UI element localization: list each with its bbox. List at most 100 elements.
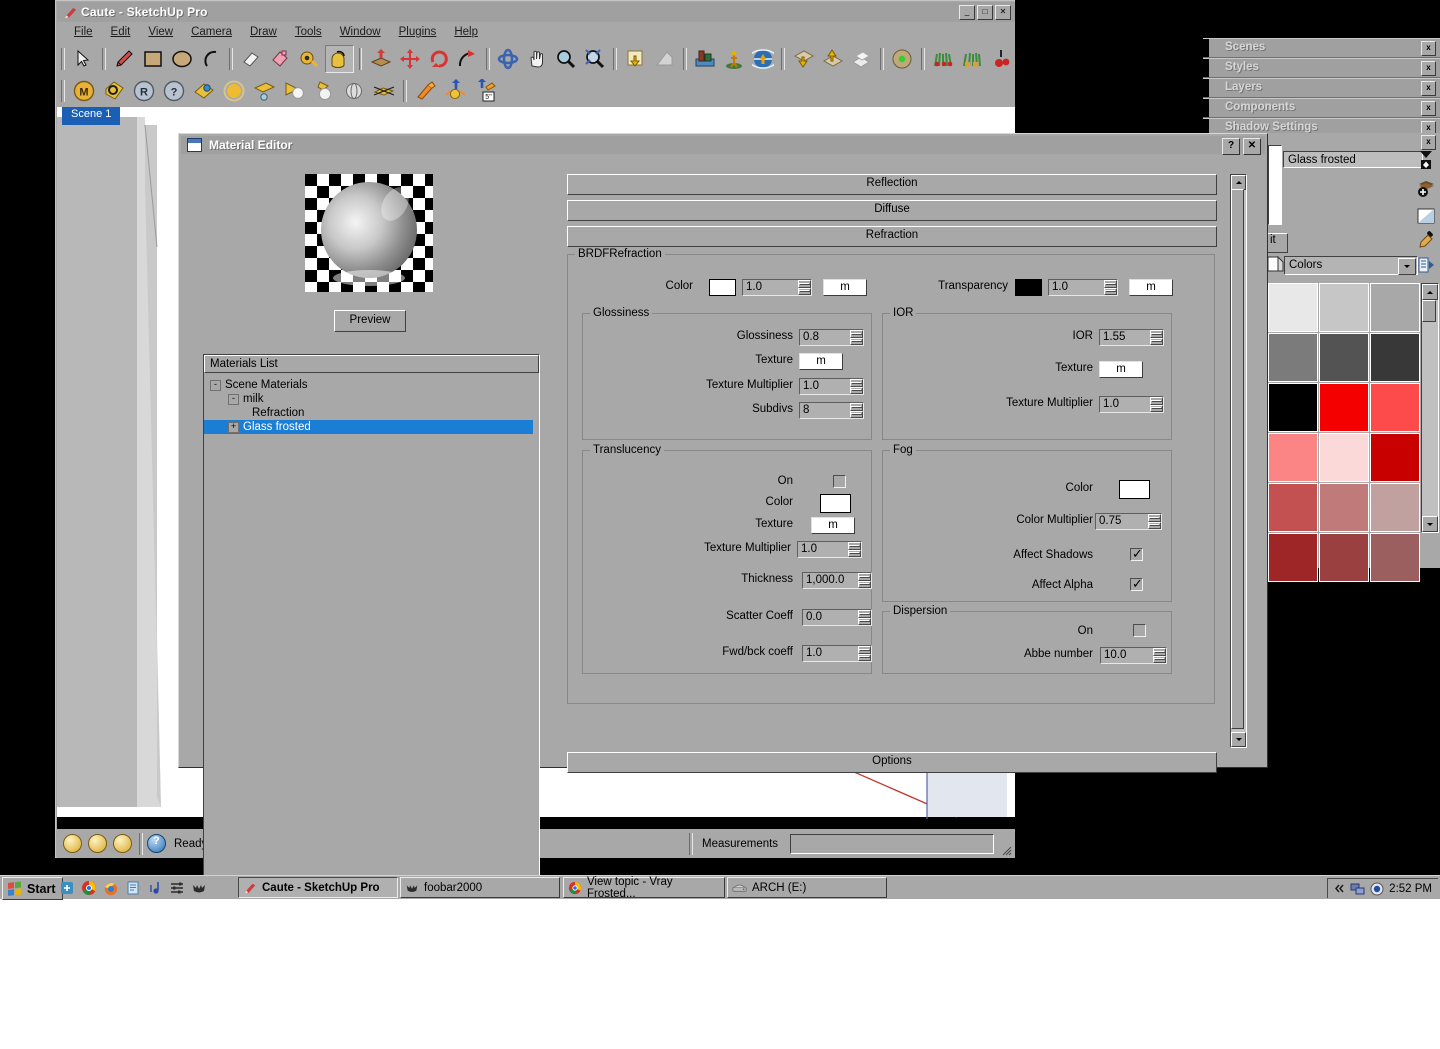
tree-node-scene-materials[interactable]: - Scene Materials: [204, 378, 539, 392]
menu-camera[interactable]: Camera: [182, 24, 241, 40]
person-scale-icon[interactable]: [721, 46, 748, 72]
menu-edit[interactable]: Edit: [102, 24, 140, 40]
color-swatch[interactable]: [1268, 533, 1318, 582]
solid-tools-icon[interactable]: [848, 46, 875, 72]
scroll-down-icon[interactable]: [1231, 732, 1246, 747]
menu-plugins[interactable]: Plugins: [390, 24, 446, 40]
dispersion-on-checkbox[interactable]: [1133, 624, 1146, 637]
plants-1-icon[interactable]: [930, 46, 957, 72]
color-swatch[interactable]: [1319, 383, 1369, 432]
help-button[interactable]: ?: [1222, 138, 1240, 155]
window-titlebar[interactable]: Caute - SketchUp Pro _ □ ✕: [57, 2, 1015, 22]
rollout-diffuse[interactable]: Diffuse: [567, 200, 1217, 221]
preview-button[interactable]: Preview: [334, 310, 406, 332]
arc-icon[interactable]: [197, 46, 224, 72]
move-icon[interactable]: [396, 46, 423, 72]
render-sphere-icon[interactable]: [889, 46, 916, 72]
foobar-icon[interactable]: [146, 879, 163, 896]
brdf-transparency-value[interactable]: 1.0: [1048, 279, 1118, 296]
close-button[interactable]: ✕: [1243, 138, 1261, 155]
materials-tree[interactable]: - Scene Materials - milk Refraction + Gl…: [204, 374, 539, 875]
shadow-icon[interactable]: [651, 46, 678, 72]
menu-window[interactable]: Window: [331, 24, 390, 40]
color-swatch[interactable]: [1268, 333, 1318, 382]
scene-tab[interactable]: Scene 1: [62, 107, 121, 125]
tray-item-styles[interactable]: Styles x: [1203, 58, 1440, 78]
tree-node-refraction[interactable]: Refraction: [204, 406, 539, 420]
instructor-icon[interactable]: [63, 834, 82, 853]
color-swatch[interactable]: [1268, 383, 1318, 432]
select-material-icon[interactable]: [1415, 149, 1437, 171]
swatch-scrollbar[interactable]: [1421, 283, 1439, 533]
taskbar-item-sketchup[interactable]: Caute - SketchUp Pro: [238, 877, 398, 898]
color-swatch[interactable]: [1319, 283, 1369, 332]
layer-up-icon[interactable]: [819, 46, 846, 72]
resize-grip-icon[interactable]: [1000, 844, 1012, 856]
dim-tool-icon[interactable]: 5": [472, 78, 500, 104]
spinner-arrows[interactable]: [1150, 330, 1163, 345]
scroll-down-icon[interactable]: [1422, 516, 1438, 532]
fwdbck-coeff-value[interactable]: 1.0: [802, 645, 872, 662]
taskbar-item-foobar2000[interactable]: foobar2000: [400, 877, 560, 898]
parameters-scrollbar[interactable]: [1230, 174, 1247, 748]
orbit-icon[interactable]: [495, 46, 522, 72]
chrome-icon[interactable]: [80, 879, 97, 896]
vray-render-icon[interactable]: R: [130, 78, 158, 104]
tree-node-glass-frosted[interactable]: + Glass frosted: [204, 420, 533, 434]
rect-light-icon[interactable]: [250, 78, 278, 104]
tray-item-layers[interactable]: Layers x: [1203, 78, 1440, 98]
pan-icon[interactable]: [524, 46, 551, 72]
material-category-select[interactable]: Colors: [1284, 256, 1418, 275]
ior-texmult-value[interactable]: 1.0: [1099, 396, 1164, 413]
color-swatch[interactable]: [1319, 433, 1369, 482]
spinner-arrows[interactable]: [858, 573, 871, 588]
spinner-arrows[interactable]: [850, 379, 863, 394]
scroll-thumb[interactable]: [1422, 300, 1436, 322]
brdf-transparency-texture-button[interactable]: m: [1129, 279, 1173, 296]
tree-node-milk[interactable]: - milk: [204, 392, 539, 406]
color-swatch[interactable]: [1370, 533, 1420, 582]
scene-icon[interactable]: [692, 46, 719, 72]
chevron-left-icon[interactable]: [1334, 883, 1345, 894]
menu-draw[interactable]: Draw: [241, 24, 286, 40]
clock[interactable]: 2:52 PM: [1389, 883, 1432, 895]
rectangle-icon[interactable]: [140, 46, 167, 72]
scroll-up-icon[interactable]: [1231, 175, 1246, 190]
material-bucket-icon[interactable]: [324, 44, 354, 73]
thickness-value[interactable]: 1,000.0: [802, 572, 872, 589]
close-button[interactable]: ✕: [995, 5, 1011, 20]
spinner-arrows[interactable]: [858, 610, 871, 625]
list-options-icon[interactable]: [1415, 254, 1437, 276]
translucency-texmult-value[interactable]: 1.0: [797, 541, 862, 558]
brdf-transparency-swatch[interactable]: [1015, 279, 1042, 296]
omni-light-icon[interactable]: [220, 78, 248, 104]
start-button[interactable]: Start: [2, 877, 64, 900]
layer-down-icon[interactable]: [790, 46, 817, 72]
tab-edit[interactable]: it: [1266, 233, 1288, 253]
tray-item-components[interactable]: Components x: [1203, 98, 1440, 118]
spinner-arrows[interactable]: [1150, 397, 1163, 412]
bat-icon[interactable]: [190, 879, 207, 896]
color-swatch[interactable]: [1319, 533, 1369, 582]
collapse-toggle[interactable]: -: [210, 379, 221, 391]
create-material-icon[interactable]: [1415, 177, 1437, 199]
subdivs-value[interactable]: 8: [799, 402, 864, 419]
spinner-arrows[interactable]: [848, 542, 861, 557]
color-swatch[interactable]: [1370, 333, 1420, 382]
fog-color-swatch[interactable]: [1119, 480, 1150, 499]
volume-icon[interactable]: [1370, 882, 1384, 896]
translucency-color-swatch[interactable]: [820, 494, 851, 513]
spinner-arrows[interactable]: [1148, 514, 1161, 529]
refresh-icon[interactable]: [113, 834, 132, 853]
spinner-arrows[interactable]: [1104, 280, 1117, 295]
brdf-color-texture-button[interactable]: m: [823, 279, 867, 296]
show-desktop-icon[interactable]: [58, 879, 75, 896]
vray-options-icon[interactable]: [100, 78, 128, 104]
ior-value[interactable]: 1.55: [1099, 329, 1164, 346]
zoom-icon[interactable]: [553, 46, 580, 72]
scroll-up-icon[interactable]: [1422, 284, 1438, 300]
glossiness-value[interactable]: 0.8: [799, 329, 864, 346]
vray-material-icon[interactable]: M: [70, 78, 98, 104]
notepad-icon[interactable]: [124, 879, 141, 896]
spinner-arrows[interactable]: [858, 646, 871, 661]
